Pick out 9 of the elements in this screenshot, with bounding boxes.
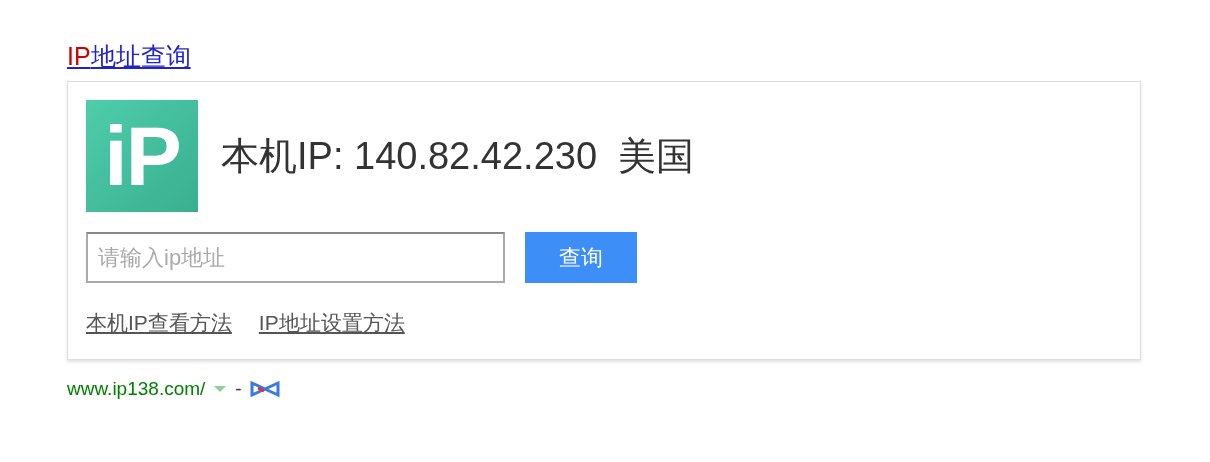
help-link[interactable]: 本机IP查看方法 bbox=[86, 309, 232, 337]
bow-tie-icon[interactable] bbox=[249, 380, 280, 398]
separator-text: - bbox=[235, 378, 242, 400]
ip-logo: iP bbox=[86, 100, 198, 212]
help-link[interactable]: IP地址设置方法 bbox=[258, 309, 405, 337]
site-url: www.ip138.com/ bbox=[67, 378, 206, 400]
title-link[interactable]: IP地址查询 bbox=[67, 40, 191, 72]
ip-input-field[interactable]: 请输入ip地址 bbox=[86, 232, 505, 283]
local-ip-text: 本机IP: 140.82.42.230 美国 bbox=[221, 133, 695, 179]
